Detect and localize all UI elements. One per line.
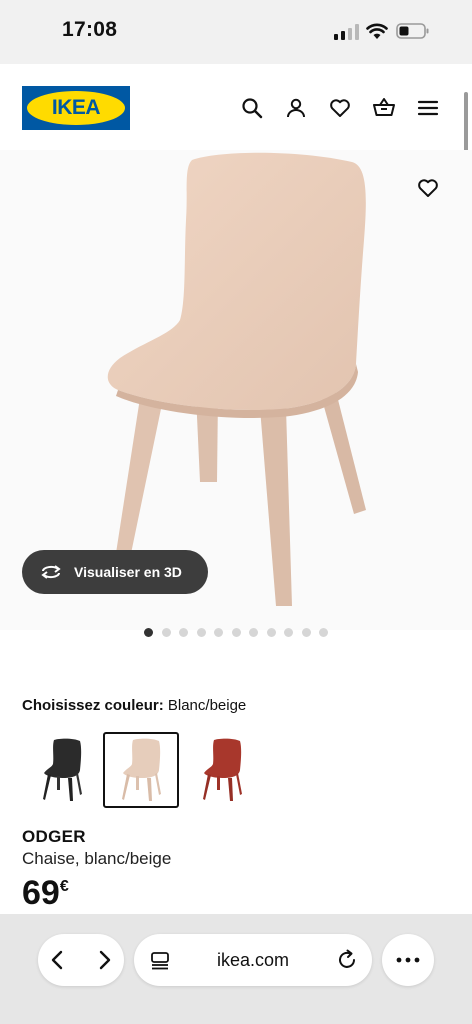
gallery-dot[interactable]: [249, 628, 258, 637]
color-chooser-title: Choisissez couleur:: [22, 697, 164, 714]
site-header: IKEA: [0, 64, 472, 150]
product-description: Chaise, blanc/beige: [22, 849, 172, 868]
gallery-dot[interactable]: [301, 628, 311, 637]
gallery-dot[interactable]: [179, 628, 188, 637]
status-bar: 17:08: [0, 0, 472, 64]
view-in-3d-label: Visualiser en 3D: [74, 564, 182, 580]
logo-oval: IKEA: [27, 91, 125, 125]
gallery-dot[interactable]: [144, 628, 153, 637]
logo-text: IKEA: [51, 96, 101, 119]
more-options-button[interactable]: [382, 934, 434, 986]
ellipsis-icon: [396, 957, 420, 963]
chair-thumbnail-black: [43, 738, 82, 801]
price-currency: €: [59, 878, 69, 895]
add-to-favourites-heart-icon[interactable]: [416, 176, 440, 200]
address-bar[interactable]: ikea.com: [134, 934, 372, 986]
color-swatch-anthracite[interactable]: [24, 732, 100, 808]
view-in-3d-button[interactable]: Visualiser en 3D: [22, 550, 208, 594]
product-price: 69€: [22, 874, 69, 913]
menu-icon[interactable]: [416, 96, 440, 120]
color-swatch-rouge[interactable]: [184, 732, 260, 808]
gallery-dot[interactable]: [266, 628, 276, 637]
browser-nav-group: [38, 934, 124, 986]
product-image-chair: [107, 152, 366, 606]
battery-icon: [396, 23, 429, 39]
price-value: 69: [22, 874, 60, 912]
wifi-icon: [366, 23, 388, 39]
reload-icon[interactable]: [336, 949, 358, 971]
search-icon[interactable]: [240, 96, 264, 120]
gallery-dot[interactable]: [319, 628, 328, 637]
gallery-dot[interactable]: [214, 628, 223, 637]
selected-color-value: Blanc/beige: [167, 697, 247, 714]
gallery-dot[interactable]: [284, 628, 293, 637]
color-chooser-label: Choisissez couleur: Blanc/beige: [22, 697, 246, 714]
status-time: 17:08: [62, 18, 118, 41]
chair-thumbnail-beige: [122, 738, 161, 801]
chair-thumbnail-red: [203, 738, 242, 801]
cellular-signal-icon: [334, 24, 359, 40]
rotate-3d-icon: [41, 565, 61, 579]
gallery-dot[interactable]: [196, 628, 206, 637]
account-icon[interactable]: [284, 96, 308, 120]
browser-toolbar: ikea.com: [0, 914, 472, 1024]
product-name: ODGER: [22, 827, 86, 846]
gallery-dot[interactable]: [161, 628, 171, 637]
favourites-heart-icon[interactable]: [328, 96, 352, 120]
forward-chevron-icon[interactable]: [92, 948, 116, 972]
ikea-logo[interactable]: IKEA: [22, 86, 130, 130]
back-chevron-icon[interactable]: [46, 948, 70, 972]
gallery-dot[interactable]: [231, 628, 241, 637]
basket-icon[interactable]: [372, 96, 396, 120]
gallery-pagination-dots[interactable]: [144, 628, 328, 637]
color-swatch-blanc-beige[interactable]: [103, 732, 179, 808]
